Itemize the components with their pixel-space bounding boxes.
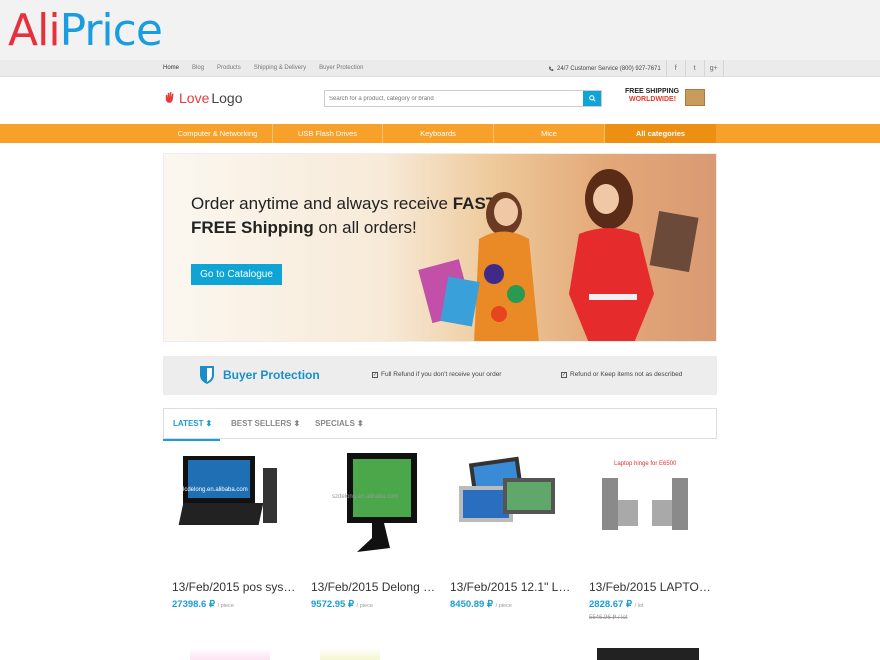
product-image-watermark: Laptop hinge for E6500 bbox=[614, 461, 677, 467]
category-computer-networking[interactable]: Computer & Networking bbox=[163, 124, 273, 143]
site-header: LoveLogo FREE SHIPPING WORLDWIDE! bbox=[0, 77, 880, 123]
category-mice[interactable]: Mice bbox=[494, 124, 605, 143]
price-unit: / piece bbox=[356, 603, 373, 609]
tab-best-sellers-label: BEST SELLERS bbox=[231, 419, 292, 428]
shield-icon bbox=[200, 366, 214, 384]
nav-link-blog[interactable]: Blog bbox=[192, 65, 204, 71]
next-row-product-image[interactable] bbox=[597, 648, 699, 660]
category-all[interactable]: All categories bbox=[605, 124, 716, 143]
full-refund-text: Full Refund if you don't receive your or… bbox=[381, 371, 502, 378]
product-title[interactable]: 13/Feb/2015 12.1" LCD bbox=[450, 580, 575, 594]
next-row-product-image[interactable] bbox=[190, 648, 270, 660]
next-row-product-image[interactable] bbox=[320, 648, 380, 660]
tab-specials-label: SPECIALS bbox=[315, 419, 356, 428]
product-title[interactable]: 13/Feb/2015 pos system bbox=[172, 580, 297, 594]
product-price: 27398.6 ₽ / piece bbox=[172, 599, 234, 610]
category-keyboards[interactable]: Keyboards bbox=[383, 124, 494, 143]
aliprice-logo-price: Price bbox=[59, 5, 163, 56]
product-price: 9572.95 ₽ / piece bbox=[311, 599, 373, 610]
product-tabs: LATEST ⬍ BEST SELLERS ⬍ SPECIALS ⬍ bbox=[162, 408, 717, 441]
aliprice-logo-ali: Ali bbox=[8, 5, 61, 56]
product-image-watermark: lcdelong.en.alibaba.com bbox=[183, 487, 248, 493]
go-to-catalogue-button[interactable]: Go to Catalogue bbox=[191, 264, 282, 285]
logo-rest: Logo bbox=[211, 90, 243, 106]
hand-icon bbox=[165, 92, 174, 103]
free-shipping-line2: WORLDWIDE! bbox=[629, 96, 677, 103]
category-bar: Computer & Networking USB Flash Drives K… bbox=[0, 124, 880, 143]
price-value: 2828.67 ₽ bbox=[589, 599, 633, 610]
product-card[interactable]: szdelong.en.alibaba.com 13/Feb/2015 Delo… bbox=[302, 448, 436, 610]
product-card[interactable]: 13/Feb/2015 12.1" LCD 8450.89 ₽ / piece bbox=[441, 448, 575, 610]
product-price: 8450.89 ₽ / piece bbox=[450, 599, 512, 610]
logo-love: Love bbox=[179, 90, 210, 106]
nav-link-shipping[interactable]: Shipping & Delivery bbox=[254, 65, 306, 71]
price-unit: / lot bbox=[634, 603, 644, 609]
product-image[interactable] bbox=[441, 448, 571, 563]
refund-keep-text: Refund or Keep items not as described bbox=[570, 371, 683, 378]
buyer-protection-bar: Buyer Protection ✓ Full Refund if you don… bbox=[163, 356, 717, 395]
refund-keep-feature: ✓ Refund or Keep items not as described bbox=[561, 371, 682, 378]
price-value: 27398.6 ₽ bbox=[172, 599, 216, 610]
product-image[interactable]: szdelong.en.alibaba.com bbox=[302, 448, 432, 563]
product-title[interactable]: 13/Feb/2015 LAPTOP hinge bbox=[589, 580, 714, 594]
search-icon bbox=[588, 95, 596, 102]
product-title[interactable]: 13/Feb/2015 Delong touch monitor bbox=[311, 580, 436, 594]
nav-link-products[interactable]: Products bbox=[217, 65, 241, 71]
product-card[interactable]: lcdelong.en.alibaba.com 13/Feb/2015 pos … bbox=[163, 448, 297, 610]
search-input[interactable] bbox=[325, 91, 583, 106]
customer-service: 24/7 Customer Service (800) 927-7671 bbox=[548, 66, 661, 72]
sort-icon: ⬍ bbox=[205, 419, 213, 428]
buyer-protection-title: Buyer Protection bbox=[223, 368, 320, 382]
product-price: 2828.67 ₽ / lot bbox=[589, 599, 644, 610]
category-usb-flash-drives[interactable]: USB Flash Drives bbox=[273, 124, 383, 143]
nav-link-buyer-protection[interactable]: Buyer Protection bbox=[319, 65, 363, 71]
facebook-icon[interactable]: f bbox=[665, 60, 685, 77]
free-shipping-badge: FREE SHIPPING WORLDWIDE! bbox=[625, 88, 710, 110]
price-value: 9572.95 ₽ bbox=[311, 599, 355, 610]
check-icon: ✓ bbox=[372, 371, 378, 378]
top-navigation: Home Blog Products Shipping & Delivery B… bbox=[0, 60, 880, 77]
search-bar bbox=[324, 90, 602, 107]
aliprice-logo: AliPrice bbox=[8, 5, 163, 56]
product-image-watermark: szdelong.en.alibaba.com bbox=[332, 494, 398, 500]
top-nav-links: Home Blog Products Shipping & Delivery B… bbox=[163, 65, 363, 71]
free-shipping-line1: FREE SHIPPING bbox=[625, 88, 680, 95]
tab-specials[interactable]: SPECIALS ⬍ bbox=[315, 419, 364, 428]
package-icon bbox=[685, 89, 705, 106]
nav-link-home[interactable]: Home bbox=[163, 65, 179, 71]
customer-service-text: 24/7 Customer Service (800) 927-7671 bbox=[557, 65, 661, 72]
aliprice-brand-bar: AliPrice bbox=[0, 0, 880, 60]
product-image[interactable]: lcdelong.en.alibaba.com bbox=[163, 448, 293, 563]
check-icon: ✓ bbox=[561, 371, 567, 378]
full-refund-feature: ✓ Full Refund if you don't receive your o… bbox=[372, 371, 501, 378]
price-unit: / piece bbox=[217, 603, 234, 609]
tab-latest-label: LATEST bbox=[173, 419, 204, 428]
price-unit: / piece bbox=[495, 603, 512, 609]
twitter-icon[interactable]: t bbox=[684, 60, 704, 77]
shopping-women-image bbox=[418, 169, 699, 341]
product-card[interactable]: Laptop hinge for E6500 13/Feb/2015 LAPTO… bbox=[580, 448, 714, 621]
product-image[interactable]: Laptop hinge for E6500 bbox=[580, 448, 710, 563]
sort-icon: ⬍ bbox=[293, 419, 301, 428]
banner-line2-bold: FREE Shipping bbox=[191, 218, 314, 237]
nav-divider bbox=[722, 60, 742, 77]
search-button[interactable] bbox=[583, 91, 601, 106]
google-plus-icon[interactable]: g+ bbox=[703, 60, 723, 77]
price-value: 8450.89 ₽ bbox=[450, 599, 494, 610]
old-price: 5546.96 ₽ / lot bbox=[589, 615, 628, 621]
hero-banner: Order anytime and always receive FAST, F… bbox=[163, 153, 717, 342]
tab-latest[interactable]: LATEST ⬍ bbox=[162, 419, 221, 441]
top-nav-right: 24/7 Customer Service (800) 927-7671 f t… bbox=[548, 60, 742, 77]
site-logo[interactable]: Love Logo bbox=[163, 90, 243, 106]
sort-icon: ⬍ bbox=[357, 419, 364, 428]
phone-icon bbox=[549, 66, 554, 71]
tab-best-sellers[interactable]: BEST SELLERS ⬍ bbox=[231, 419, 300, 428]
